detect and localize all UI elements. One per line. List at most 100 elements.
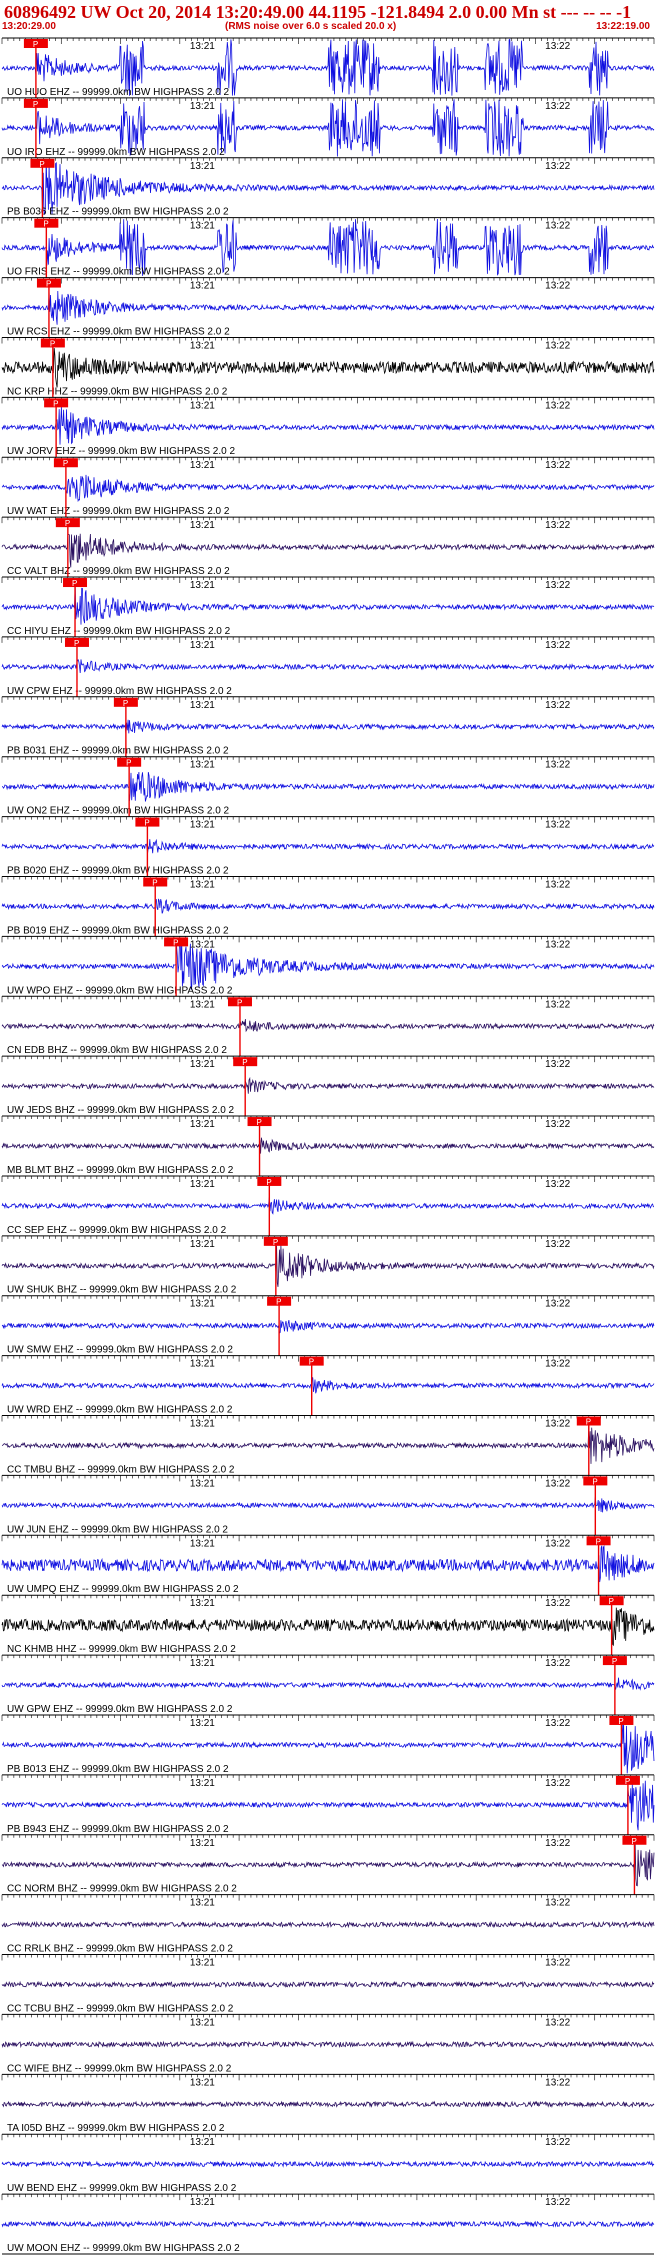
station-label: CC HIYU EHZ -- 99999.0km BW HIGHPASS 2.0… — [7, 626, 231, 637]
time-label-13-22: 13:22 — [545, 939, 570, 950]
waveform — [1, 1544, 655, 1583]
station-label: UO IRO EHZ -- 99999.0km BW HIGHPASS 2.0 … — [7, 147, 225, 158]
waveform — [1, 1320, 655, 1334]
waveform — [1, 1677, 655, 1691]
time-label-13-22: 13:22 — [545, 1478, 570, 1489]
time-label-13-22: 13:22 — [545, 161, 570, 172]
time-label-13-21: 13:21 — [190, 760, 215, 771]
trace-6: 13:21 13:22 NC KRP HHZ -- 99999.0km BW HIG… — [1, 336, 655, 398]
time-label-13-22: 13:22 — [545, 760, 570, 771]
time-label-13-22: 13:22 — [545, 1179, 570, 1190]
station-label: UW WRD EHZ -- 99999.0km BW HIGHPASS 2.0 … — [7, 1405, 233, 1416]
time-label-13-22: 13:22 — [545, 1359, 570, 1370]
trace-22: 13:21 13:22 UW SMW EHZ -- 99999.0km BW HIG… — [1, 1295, 655, 1356]
pick-label: P — [257, 1118, 262, 1127]
pick-label: P — [273, 1238, 278, 1247]
pick-label: P — [74, 639, 79, 648]
trace-3: 13:21 13:22 PB B036 EHZ -- 99999.0km BW HI… — [1, 157, 655, 218]
trace-29: 13:21 13:22 PB B013 EHZ -- 99999.0km BW HI… — [1, 1714, 655, 1775]
station-label: UW RCS EHZ -- 99999.0km BW HIGHPASS 2.0 … — [7, 326, 230, 337]
station-label: UO HUO EHZ -- 99999.0km BW HIGHPASS 2.0 … — [7, 87, 230, 98]
station-label: CN EDB BHZ -- 99999.0km BW HIGHPASS 2.0 … — [7, 1045, 227, 1056]
station-label: UW MOON EHZ -- 99999.0km BW HIGHPASS 2.0… — [7, 2243, 240, 2254]
time-label-13-21: 13:21 — [190, 2137, 215, 2148]
station-label: NC KHMB HHZ -- 99999.0km BW HIGHPASS 2.0… — [7, 1644, 236, 1655]
time-label-13-22: 13:22 — [545, 340, 570, 351]
station-label: PB B031 EHZ -- 99999.0km BW HIGHPASS 2.0… — [7, 746, 229, 757]
trace-18: 13:21 13:22 UW JEDS BHZ -- 99999.0km BW HI… — [1, 1055, 655, 1117]
station-label: CC NORM BHZ -- 99999.0km BW HIGHPASS 2.0… — [7, 1884, 237, 1895]
time-label-13-22: 13:22 — [545, 221, 570, 232]
time-label-13-21: 13:21 — [190, 1059, 215, 1070]
time-label-13-21: 13:21 — [190, 2017, 215, 2028]
time-label-13-22: 13:22 — [545, 1658, 570, 1669]
time-label-13-21: 13:21 — [190, 101, 215, 112]
waveform — [1, 406, 655, 445]
station-label: PB B020 EHZ -- 99999.0km BW HIGHPASS 2.0… — [7, 865, 229, 876]
waveform — [1, 658, 655, 674]
trace-37: 13:21 13:22 UW MOON EHZ -- 99999.0km BW HI… — [1, 2193, 655, 2254]
waveform — [1, 1844, 655, 1887]
station-label: UW GPW EHZ -- 99999.0km BW HIGHPASS 2.0 … — [7, 1704, 233, 1715]
station-label: UW SHUK BHZ -- 99999.0km BW HIGHPASS 2.0… — [7, 1285, 237, 1296]
waveform — [1, 1376, 655, 1394]
waveform — [1, 290, 655, 325]
pick-label: P — [63, 459, 68, 468]
time-label-13-22: 13:22 — [545, 520, 570, 531]
trace-26: 13:21 13:22 UW UMPQ EHZ -- 99999.0km BW HI… — [1, 1534, 655, 1596]
time-label-13-21: 13:21 — [190, 161, 215, 172]
station-label: UW SMW EHZ -- 99999.0km BW HIGHPASS 2.0 … — [7, 1345, 233, 1356]
time-label-13-22: 13:22 — [545, 1059, 570, 1070]
waveform — [1, 2220, 655, 2228]
pick-label: P — [144, 819, 149, 828]
trace-28: 13:21 13:22 UW GPW EHZ -- 99999.0km BW HIG… — [1, 1654, 655, 1715]
time-label-13-21: 13:21 — [190, 281, 215, 292]
time-label-13-21: 13:21 — [190, 1299, 215, 1310]
waveform — [2, 771, 655, 802]
pick-label: P — [631, 1837, 636, 1846]
time-label-13-21: 13:21 — [190, 400, 215, 411]
time-label-13-21: 13:21 — [190, 640, 215, 651]
seismogram-plot: 13:21 13:22 UO HUO EHZ -- 99999.0km BW HIG… — [1, 37, 655, 2255]
station-label: UW WAT EHZ -- 99999.0km BW HIGHPASS 2.0 … — [7, 506, 230, 517]
time-label-13-22: 13:22 — [545, 1239, 570, 1250]
trace-23: 13:21 13:22 UW WRD EHZ -- 99999.0km BW HIG… — [1, 1355, 655, 1416]
waveform — [1, 1920, 655, 1929]
waveform — [1, 533, 655, 568]
time-label-13-21: 13:21 — [190, 221, 215, 232]
time-label-13-21: 13:21 — [190, 520, 215, 531]
trace-15: 13:21 13:22 PB B019 EHZ -- 99999.0km BW HI… — [1, 875, 655, 937]
pick-label: P — [126, 759, 131, 768]
trace-27: 13:21 13:22 NC KHMB HHZ -- 99999.0km BW HI… — [1, 1594, 655, 1656]
time-label-13-21: 13:21 — [190, 820, 215, 831]
trace-21: 13:21 13:22 UW SHUK BHZ -- 99999.0km BW HI… — [1, 1235, 655, 1296]
pick-label: P — [609, 1597, 614, 1606]
pick-label: P — [242, 1058, 247, 1067]
time-label-13-21: 13:21 — [190, 1419, 215, 1430]
time-label-13-21: 13:21 — [190, 460, 215, 471]
time-label-13-21: 13:21 — [190, 340, 215, 351]
station-label: UW BEND EHZ -- 99999.0km BW HIGHPASS 2.0… — [7, 2183, 237, 2194]
station-label: PB B013 EHZ -- 99999.0km BW HIGHPASS 2.0… — [7, 1764, 229, 1775]
time-label-13-22: 13:22 — [545, 1598, 570, 1609]
time-label-13-21: 13:21 — [190, 1778, 215, 1789]
station-label: CC VALT BHZ -- 99999.0km BW HIGHPASS 2.0… — [7, 566, 230, 577]
time-label-13-22: 13:22 — [545, 700, 570, 711]
pick-label: P — [612, 1657, 617, 1666]
trace-33: 13:21 13:22 CC TCBU BHZ -- 99999.0km BW HI… — [1, 1954, 655, 2014]
pick-label: P — [50, 339, 55, 348]
pick-label: P — [72, 579, 77, 588]
waveform — [1, 1607, 655, 1647]
trace-24: 13:21 13:22 CC TMBU BHZ -- 99999.0km BW HI… — [1, 1415, 655, 1476]
station-label: CC WIFE BHZ -- 99999.0km BW HIGHPASS 2.0… — [7, 2063, 232, 2074]
time-label-13-21: 13:21 — [190, 580, 215, 591]
trace-9: 13:21 13:22 CC VALT BHZ -- 99999.0km BW HI… — [1, 516, 655, 578]
trace-4: 13:21 13:22 UO FRIS EHZ -- 99999.0km BW HI… — [1, 217, 655, 278]
station-label: CC RRLK BHZ -- 99999.0km BW HIGHPASS 2.0… — [7, 1944, 233, 1955]
time-label-13-22: 13:22 — [545, 580, 570, 591]
waveform — [1, 1980, 655, 1989]
waveform — [1, 2040, 655, 2049]
station-label: TA I05D BHZ -- 99999.0km BW HIGHPASS 2.0… — [7, 2123, 225, 2134]
waveform — [1, 474, 655, 503]
station-label: UW JEDS BHZ -- 99999.0km BW HIGHPASS 2.0… — [7, 1105, 235, 1116]
